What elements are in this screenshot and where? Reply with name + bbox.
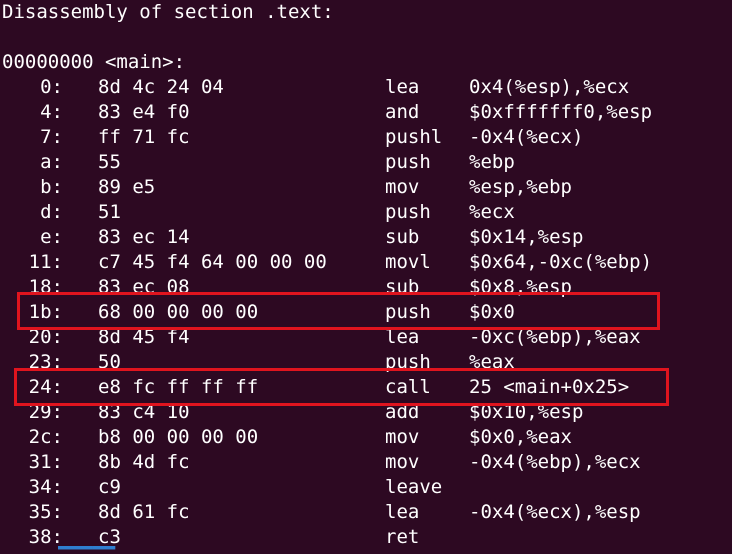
instruction-row: 0: 8d 4c 24 04 lea 0x4(%esp),%ecx: [0, 75, 732, 100]
operands: $0x64,-0xc(%ebp): [469, 251, 653, 273]
opcode-bytes: c7 45 f4 64 00 00 00: [98, 251, 327, 273]
instruction-row: 31: 8b 4d fc mov -0x4(%ebp),%ecx: [0, 450, 732, 475]
mnemonic: pushl: [385, 126, 443, 148]
mnemonic: lea: [385, 76, 420, 98]
instruction-row: d: 51 push %ecx: [0, 200, 732, 225]
address-offset: 2c:: [28, 426, 63, 448]
instruction-row: 35: 8d 61 fc lea -0x4(%ecx),%esp: [0, 500, 732, 525]
instruction-row: 11: c7 45 f4 64 00 00 00 movl $0x64,-0xc(%e…: [0, 250, 732, 275]
opcode-bytes: 83 e4 f0: [98, 101, 190, 123]
operands: $0x0,%eax: [469, 426, 572, 448]
opcode-bytes: 55: [98, 151, 121, 173]
highlight-box-call: [14, 368, 669, 406]
mnemonic: and: [385, 101, 420, 123]
section-header: Disassembly of section .text:: [2, 1, 334, 23]
opcode-bytes: 8d 4c 24 04: [98, 76, 224, 98]
operands: $0xfffffff0,%esp: [469, 101, 653, 123]
operands: %ebp: [469, 151, 515, 173]
opcode-bytes: 89 e5: [98, 176, 156, 198]
highlight-box-push: [17, 292, 660, 330]
opcode-bytes: b8 00 00 00 00: [98, 426, 259, 448]
terminal-window: Disassembly of section .text: 00000000 <…: [0, 0, 732, 554]
mnemonic: ret: [385, 526, 420, 548]
opcode-bytes: 8b 4d fc: [98, 451, 190, 473]
instruction-row: 7: ff 71 fc pushl -0x4(%ecx): [0, 125, 732, 150]
address-offset: 11:: [28, 251, 63, 273]
address-offset: e:: [40, 226, 63, 248]
operands: %esp,%ebp: [469, 176, 572, 198]
instruction-row: 34: c9 leave: [0, 475, 732, 500]
mnemonic: mov: [385, 451, 420, 473]
operands: 0x4(%esp),%ecx: [469, 76, 630, 98]
address-offset: a:: [40, 151, 63, 173]
mnemonic: push: [385, 151, 431, 173]
mnemonic: movl: [385, 251, 431, 273]
mnemonic: sub: [385, 226, 420, 248]
address-offset: d:: [40, 201, 63, 223]
instruction-row: 2c: b8 00 00 00 00 mov $0x0,%eax: [0, 425, 732, 450]
opcode-bytes: 51: [98, 201, 121, 223]
operands: -0x4(%ecx): [469, 126, 584, 148]
opcode-bytes: c9: [98, 476, 121, 498]
instruction-row: a: 55 push %ebp: [0, 150, 732, 175]
operands: $0x14,%esp: [469, 226, 584, 248]
mnemonic: mov: [385, 426, 420, 448]
address-offset: 7:: [40, 126, 63, 148]
mnemonic: leave: [385, 476, 443, 498]
mnemonic: push: [385, 201, 431, 223]
address-offset: 31:: [28, 451, 63, 473]
function-label: 00000000 <main>:: [2, 51, 186, 73]
instruction-row: e: 83 ec 14 sub $0x14,%esp: [0, 225, 732, 250]
cutoff-prompt-fragment: ▀▀▀▀▀: [58, 546, 128, 554]
operands: -0x4(%ecx),%esp: [469, 501, 641, 523]
address-offset: 0:: [40, 76, 63, 98]
instruction-row: b: 89 e5 mov %esp,%ebp: [0, 175, 732, 200]
mnemonic: mov: [385, 176, 420, 198]
operands: -0x4(%ebp),%ecx: [469, 451, 641, 473]
address-offset: 4:: [40, 101, 63, 123]
address-offset: 38:: [28, 526, 63, 548]
instruction-row: 4: 83 e4 f0 and $0xfffffff0,%esp: [0, 100, 732, 125]
address-offset: 34:: [28, 476, 63, 498]
opcode-bytes: 8d 61 fc: [98, 501, 190, 523]
opcode-bytes: 83 ec 14: [98, 226, 190, 248]
opcode-bytes: ff 71 fc: [98, 126, 190, 148]
address-offset: 35:: [28, 501, 63, 523]
operands: %ecx: [469, 201, 515, 223]
mnemonic: lea: [385, 501, 420, 523]
address-offset: b:: [40, 176, 63, 198]
